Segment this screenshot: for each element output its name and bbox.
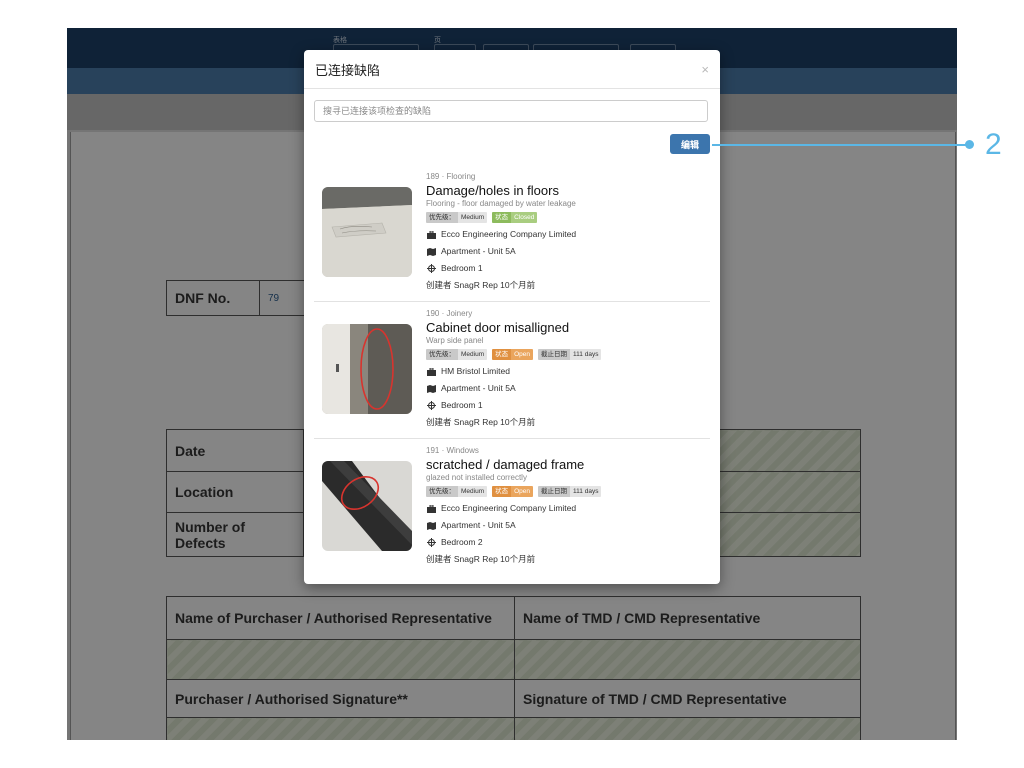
defect-subtitle: Flooring - floor damaged by water leakag… (426, 199, 576, 208)
defect-info: 190 · Joinery Cabinet door misalligned W… (426, 309, 710, 428)
room-row: Bedroom 2 (426, 537, 710, 548)
company-row: Ecco Engineering Company Limited (426, 503, 710, 514)
company-row: Ecco Engineering Company Limited (426, 229, 710, 240)
briefcase-icon (426, 504, 437, 513)
status-badge: 状态 Closed (492, 211, 538, 223)
defect-subtitle: Warp side panel (426, 336, 484, 345)
creator-text: 创建者 SnagR Rep 10个月前 (426, 417, 536, 427)
modal-header: 已连接缺陷 × (304, 50, 720, 89)
briefcase-icon (426, 367, 437, 376)
due-date-badge: 截止日期 111 days (538, 348, 602, 360)
creator-text: 创建者 SnagR Rep 10个月前 (426, 280, 536, 290)
priority-badge: 优先级： Medium (426, 485, 488, 497)
modal-title: 已连接缺陷 (315, 62, 381, 78)
defect-title[interactable]: Damage/holes in floors (426, 183, 710, 199)
priority-badge: 优先级： Medium (426, 211, 488, 223)
defect-photo-floor[interactable] (322, 187, 412, 277)
unit-row: Apartment - Unit 5A (426, 246, 710, 257)
defect-card-191[interactable]: 191 · Windows scratched / damaged frame … (314, 438, 710, 574)
status-badge: 状态 Open (492, 348, 534, 360)
briefcase-icon (426, 230, 437, 239)
unit-row: Apartment - Unit 5A (426, 520, 710, 531)
defect-photo-cabinet[interactable] (322, 324, 412, 414)
callout-number: 2 (985, 128, 1002, 161)
unit-row: Apartment - Unit 5A (426, 383, 710, 394)
defect-category: 191 · Windows (426, 446, 479, 455)
crosshair-icon (426, 264, 437, 273)
defect-photo-window[interactable] (322, 461, 412, 551)
defect-category: 190 · Joinery (426, 309, 473, 318)
defect-subtitle: glazed not installed correctly (426, 473, 527, 482)
room-row: Bedroom 1 (426, 263, 710, 274)
defect-category: 189 · Flooring (426, 172, 476, 181)
defect-title[interactable]: scratched / damaged frame (426, 457, 710, 473)
map-icon (426, 521, 437, 530)
priority-badge: 优先级： Medium (426, 348, 488, 360)
close-icon[interactable]: × (701, 62, 709, 77)
defect-card-189[interactable]: 189 · Flooring Damage/holes in floors Fl… (314, 164, 710, 300)
creator-text: 创建者 SnagR Rep 10个月前 (426, 554, 536, 564)
room-row: Bedroom 1 (426, 400, 710, 411)
company-row: HM Bristol Limited (426, 366, 710, 377)
defect-card-190[interactable]: 190 · Joinery Cabinet door misalligned W… (314, 301, 710, 437)
status-badge: 状态 Open (492, 485, 534, 497)
map-icon (426, 384, 437, 393)
crosshair-icon (426, 538, 437, 547)
defect-info: 189 · Flooring Damage/holes in floors Fl… (426, 172, 710, 291)
defect-title[interactable]: Cabinet door misalligned (426, 320, 710, 336)
defect-search-input[interactable]: 搜寻已连接该项检查的缺陷 (314, 100, 708, 122)
due-date-badge: 截止日期 111 days (538, 485, 602, 497)
edit-button[interactable]: 编辑 (670, 134, 710, 154)
map-icon (426, 247, 437, 256)
callout-line (712, 144, 970, 146)
callout-dot (965, 140, 974, 149)
linked-defects-modal: 已连接缺陷 × 搜寻已连接该项检查的缺陷 编辑 189 · Flooring D… (304, 50, 720, 584)
crosshair-icon (426, 401, 437, 410)
defect-info: 191 · Windows scratched / damaged frame … (426, 446, 710, 565)
